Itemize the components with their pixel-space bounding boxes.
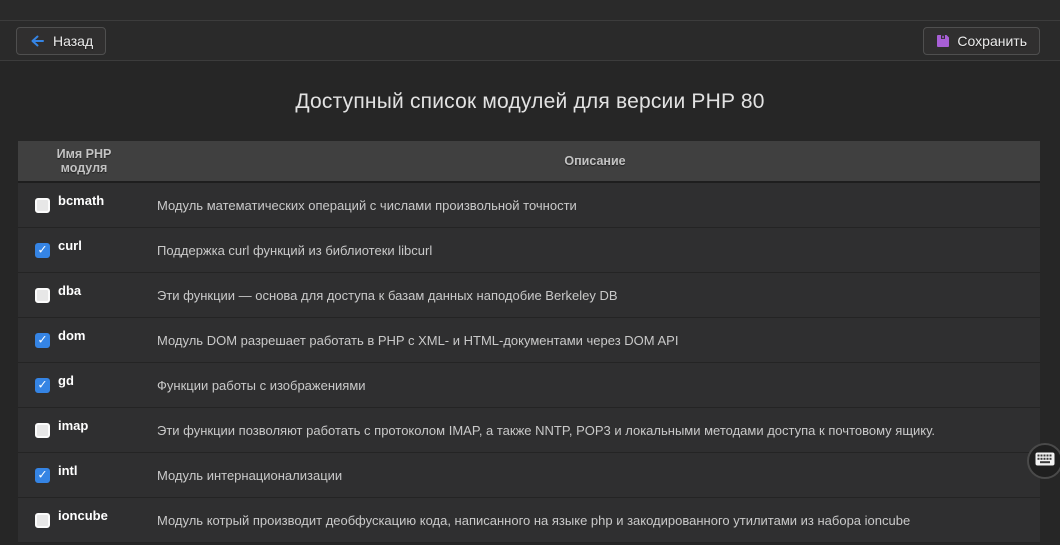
- module-description: Модуль DOM разрешает работать в PHP с XM…: [150, 333, 1040, 348]
- module-name: curl: [58, 238, 82, 253]
- back-button-label: Назад: [53, 33, 93, 49]
- table-row: bcmath Модуль математических операций с …: [18, 183, 1040, 228]
- module-description: Модуль математических операций с числами…: [150, 198, 1040, 213]
- module-name: gd: [58, 373, 74, 388]
- module-name: ioncube: [58, 508, 108, 523]
- left-arrow-icon: [29, 33, 46, 49]
- module-description: Функции работы с изображениями: [150, 378, 1040, 393]
- module-name-cell: bcmath: [18, 198, 150, 213]
- module-name-cell: intl: [18, 468, 150, 483]
- module-description: Эти функции позволяют работать с протоко…: [150, 423, 1040, 438]
- table-row: dom Модуль DOM разрешает работать в PHP …: [18, 318, 1040, 363]
- module-table: Имя PHP модуля Описание bcmath Модуль ма…: [18, 141, 1040, 543]
- back-button[interactable]: Назад: [16, 27, 106, 55]
- column-header-name: Имя PHP модуля: [18, 147, 150, 176]
- module-description: Модуль интернационализации: [150, 468, 1040, 483]
- save-button[interactable]: Сохранить: [923, 27, 1040, 55]
- module-description: Эти функции — основа для доступа к базам…: [150, 288, 1040, 303]
- module-checkbox[interactable]: [35, 513, 50, 528]
- module-name: bcmath: [58, 193, 104, 208]
- module-checkbox[interactable]: [35, 198, 50, 213]
- module-name-cell: ioncube: [18, 513, 150, 528]
- keyboard-icon: [1035, 452, 1055, 471]
- window-top-strip: [0, 0, 1060, 21]
- module-name-cell: dba: [18, 288, 150, 303]
- toolbar: Назад Сохранить: [0, 21, 1060, 61]
- floppy-disk-icon: [936, 34, 950, 48]
- module-description: Поддержка curl функций из библиотеки lib…: [150, 243, 1040, 258]
- save-button-label: Сохранить: [957, 33, 1027, 49]
- module-table-header: Имя PHP модуля Описание: [18, 141, 1040, 183]
- table-row: intl Модуль интернационализации: [18, 453, 1040, 498]
- table-row: gd Функции работы с изображениями: [18, 363, 1040, 408]
- module-checkbox[interactable]: [35, 288, 50, 303]
- table-row: imap Эти функции позволяют работать с пр…: [18, 408, 1040, 453]
- module-checkbox[interactable]: [35, 468, 50, 483]
- module-checkbox[interactable]: [35, 423, 50, 438]
- module-table-body: bcmath Модуль математических операций с …: [18, 183, 1040, 543]
- column-header-description: Описание: [150, 154, 1040, 168]
- module-name-cell: imap: [18, 423, 150, 438]
- module-checkbox[interactable]: [35, 378, 50, 393]
- virtual-keyboard-button[interactable]: [1027, 443, 1060, 479]
- page-title: Доступный список модулей для версии PHP …: [0, 90, 1060, 114]
- table-row: ioncube Модуль котрый производит деобфус…: [18, 498, 1040, 543]
- table-row: dba Эти функции — основа для доступа к б…: [18, 273, 1040, 318]
- table-row: curl Поддержка curl функций из библиотек…: [18, 228, 1040, 273]
- module-name: dom: [58, 328, 85, 343]
- module-name: imap: [58, 418, 88, 433]
- module-description: Модуль котрый производит деобфускацию ко…: [150, 513, 1040, 528]
- module-checkbox[interactable]: [35, 333, 50, 348]
- module-name: intl: [58, 463, 78, 478]
- module-name: dba: [58, 283, 81, 298]
- module-name-cell: gd: [18, 378, 150, 393]
- module-name-cell: curl: [18, 243, 150, 258]
- module-name-cell: dom: [18, 333, 150, 348]
- module-checkbox[interactable]: [35, 243, 50, 258]
